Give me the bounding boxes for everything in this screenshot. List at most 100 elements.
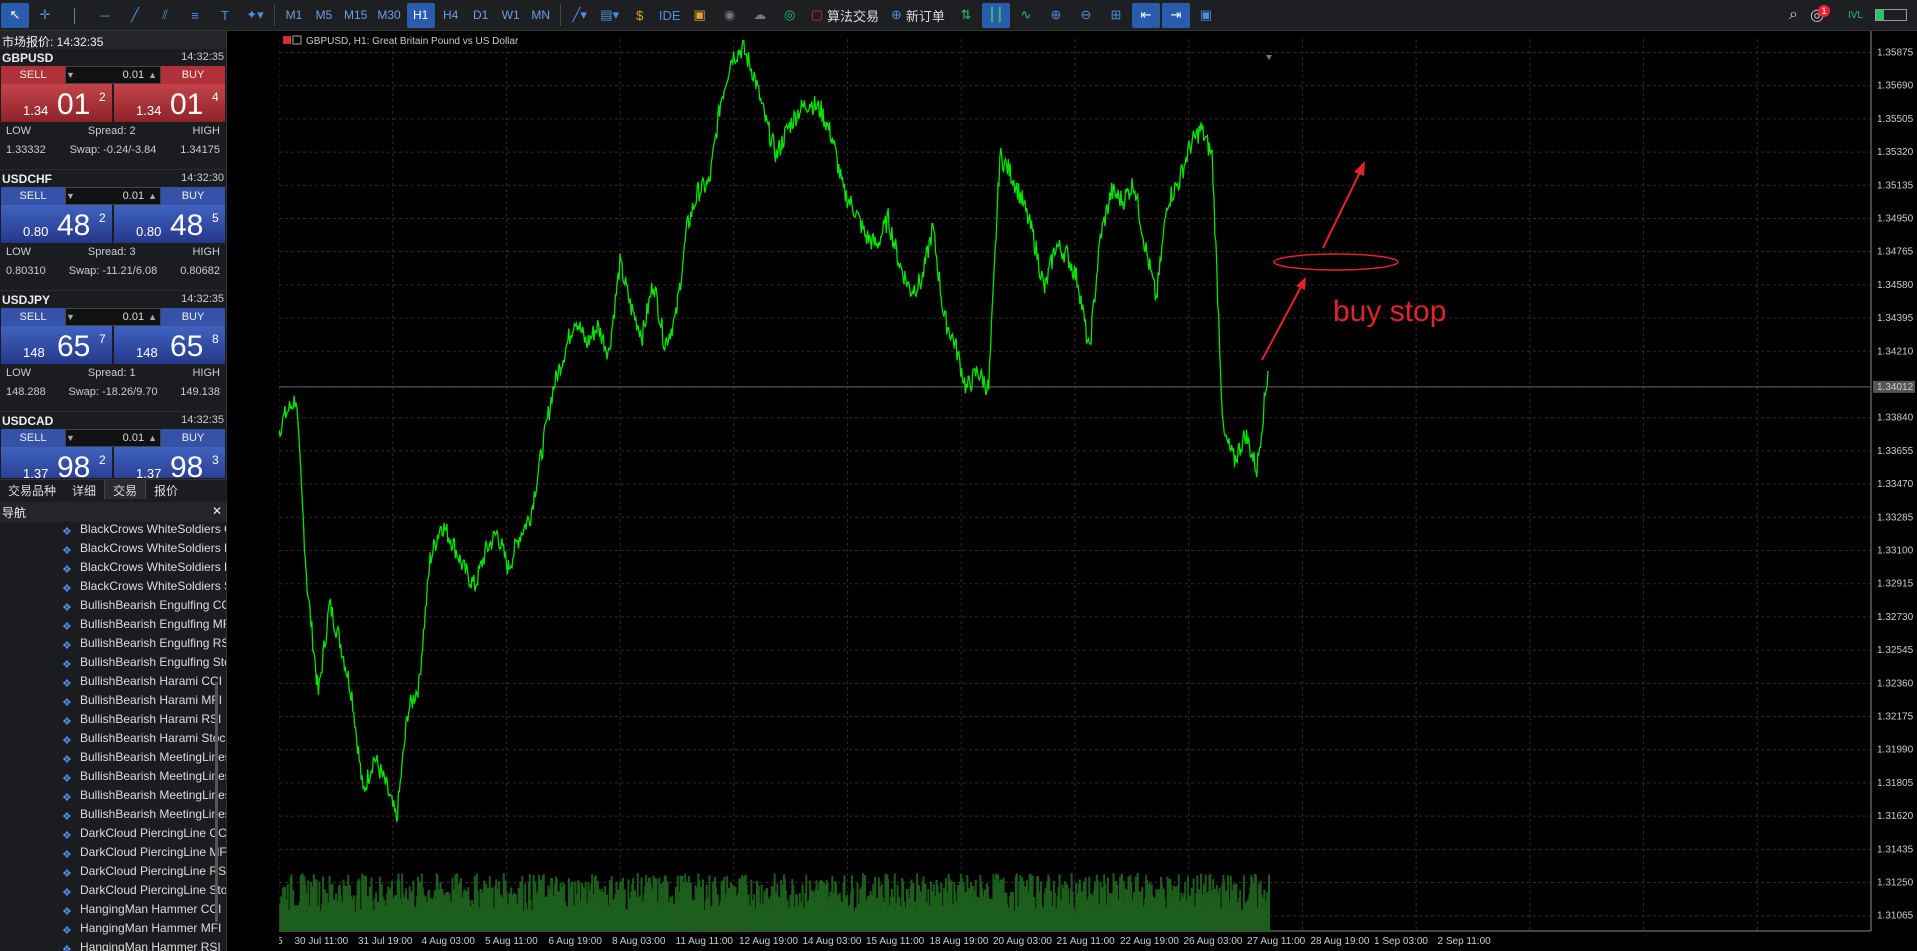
timeframe-d1[interactable]: D1 <box>467 3 495 28</box>
navigator-item[interactable]: ❖ BullishBearish Engulfing RSI <box>0 636 226 655</box>
lot-down-icon[interactable]: ▼ <box>66 191 75 201</box>
buy-button[interactable]: BUY <box>161 429 225 447</box>
market-watch-tab[interactable]: 交易 <box>104 480 147 499</box>
symbol-usdchf[interactable]: USDCHF 14:32:30 SELL ▼ 0.01 ▲ BUY 0.80 48 2 0.80 48… <box>0 170 226 291</box>
navigator-item[interactable]: ❖ BullishBearish Engulfing CCI <box>0 598 226 617</box>
buy-button[interactable]: BUY <box>161 308 225 326</box>
line-chart-icon[interactable]: ∿ <box>1012 3 1040 28</box>
sell-button[interactable]: SELL <box>1 308 65 326</box>
navigator-item[interactable]: ❖ BullishBearish Engulfing Stoch <box>0 655 226 674</box>
sell-button[interactable]: SELL <box>1 66 65 84</box>
navigator-item[interactable]: ❖ BlackCrows WhiteSoldiers MFI <box>0 541 226 560</box>
text-tool-icon[interactable]: T <box>211 3 239 28</box>
tile-windows-icon[interactable]: ⊞ <box>1102 3 1130 28</box>
channel-icon[interactable]: ⫽ <box>151 3 179 28</box>
lot-size-input[interactable]: ▼ 0.01 ▲ <box>65 308 161 326</box>
lot-size-input[interactable]: ▼ 0.01 ▲ <box>65 66 161 84</box>
annotation-arrow-up[interactable] <box>1261 282 1304 361</box>
lot-size-input[interactable]: ▼ 0.01 ▲ <box>65 187 161 205</box>
lot-up-icon[interactable]: ▲ <box>148 191 157 201</box>
signal-icon[interactable]: ◉ <box>716 3 744 28</box>
indicators-icon[interactable]: ▤▾ <box>596 3 624 28</box>
depth-of-market-icon[interactable]: ⇅ <box>952 3 980 28</box>
navigator-item[interactable]: ❖ BullishBearish Harami CCI <box>0 674 226 693</box>
buy-button[interactable]: BUY <box>161 187 225 205</box>
ide-button[interactable]: IDE <box>656 3 684 28</box>
notifications-icon[interactable]: ◎1 <box>1810 5 1836 25</box>
navigator-item[interactable]: ❖ BullishBearish MeetingLines CCI <box>0 750 226 769</box>
zoom-in-icon[interactable]: ⊕ <box>1042 3 1070 28</box>
vertical-line-icon[interactable]: │ <box>61 3 89 28</box>
account-icon[interactable]: IVL <box>1848 10 1863 21</box>
navigator-item[interactable]: ❖ BullishBearish MeetingLines Stoch <box>0 807 226 826</box>
navigator-item[interactable]: ❖ DarkCloud PiercingLine MFI <box>0 845 226 864</box>
timeframe-m30[interactable]: M30 <box>373 3 404 28</box>
market-watch-tab[interactable]: 详细 <box>64 480 104 499</box>
navigator-item[interactable]: ❖ BlackCrows WhiteSoldiers RSI <box>0 560 226 579</box>
chart-shift-marker[interactable] <box>1266 55 1272 60</box>
horizontal-line-icon[interactable]: ─ <box>91 3 119 28</box>
navigator-item[interactable]: ❖ BullishBearish Harami RSI <box>0 712 226 731</box>
timeframe-m5[interactable]: M5 <box>310 3 338 28</box>
sell-price[interactable]: 1.37 98 2 <box>1 447 112 478</box>
algo-trading-button[interactable]: ▢ 算法交易 <box>805 6 885 25</box>
buy-button[interactable]: BUY <box>161 66 225 84</box>
market-bag-icon[interactable]: ▣ <box>686 3 714 28</box>
symbol-usdcad[interactable]: USDCAD 14:32:35 SELL ▼ 0.01 ▲ BUY 1.37 98 2 1.37 98… <box>0 412 226 478</box>
lot-up-icon[interactable]: ▲ <box>148 433 157 443</box>
market-watch-tab[interactable]: 交易品种 <box>0 480 64 499</box>
shapes-icon[interactable]: ✦▾ <box>241 3 269 28</box>
candles-icon[interactable]: ┃┃ <box>981 2 1010 28</box>
navigator-item[interactable]: ❖ BullishBearish Engulfing MFI <box>0 617 226 636</box>
sell-button[interactable]: SELL <box>1 429 65 447</box>
navigator-item[interactable]: ❖ DarkCloud PiercingLine Stoch <box>0 883 226 902</box>
chart-canvas[interactable]: 1.35875 1.35690 1.35505 1.35320 1.35135 1.349… <box>279 31 1917 951</box>
buy-price[interactable]: 148 65 8 <box>114 326 225 364</box>
annotation-ellipse[interactable] <box>1273 253 1399 271</box>
navigator-item[interactable]: ❖ HangingMan Hammer MFI <box>0 921 226 940</box>
navigator-item[interactable]: ❖ BlackCrows WhiteSoldiers CCI <box>0 522 226 541</box>
timeframe-m1[interactable]: M1 <box>280 3 308 28</box>
timeframe-h4[interactable]: H4 <box>437 3 465 28</box>
navigator-item[interactable]: ❖ BullishBearish MeetingLines RSI <box>0 788 226 807</box>
timeframe-w1[interactable]: W1 <box>497 3 525 28</box>
lot-size-input[interactable]: ▼ 0.01 ▲ <box>65 429 161 447</box>
lot-down-icon[interactable]: ▼ <box>66 433 75 443</box>
price-chart[interactable]: 1.35875 1.35690 1.35505 1.35320 1.35135 1.349… <box>279 31 1917 951</box>
lot-down-icon[interactable]: ▼ <box>66 312 75 322</box>
close-icon[interactable]: ✕ <box>212 504 224 520</box>
timeframe-h1[interactable]: H1 <box>406 2 435 28</box>
timeframe-m15[interactable]: M15 <box>340 3 371 28</box>
sell-button[interactable]: SELL <box>1 187 65 205</box>
lot-up-icon[interactable]: ▲ <box>148 312 157 322</box>
zoom-out-icon[interactable]: ⊖ <box>1072 3 1100 28</box>
navigator-item[interactable]: ❖ DarkCloud PiercingLine RSI <box>0 864 226 883</box>
fibonacci-icon[interactable]: ≡ <box>181 3 209 28</box>
navigator-item[interactable]: ❖ BullishBearish MeetingLines MFI <box>0 769 226 788</box>
annotation-arrow-target[interactable] <box>1322 167 1363 249</box>
search-icon[interactable]: ⌕ <box>1789 6 1798 24</box>
trend-line-icon[interactable]: ╱ <box>121 3 149 28</box>
symbol-gbpusd[interactable]: GBPUSD 14:32:35 SELL ▼ 0.01 ▲ BUY 1.34 01 2 1.34 01… <box>0 49 226 170</box>
sell-price[interactable]: 1.34 01 2 <box>1 84 112 122</box>
navigator-item[interactable]: ❖ HangingMan Hammer CCI <box>0 902 226 921</box>
navigator-scrollbar[interactable] <box>215 682 218 922</box>
sell-price[interactable]: 148 65 7 <box>1 326 112 364</box>
symbol-usdjpy[interactable]: USDJPY 14:32:35 SELL ▼ 0.01 ▲ BUY 148 65 7 148 65 8 L… <box>0 291 226 412</box>
screenshot-icon[interactable]: ▣ <box>1192 3 1220 28</box>
buy-price[interactable]: 0.80 48 5 <box>114 205 225 243</box>
navigator-item[interactable]: ❖ BullishBearish Harami Stoch <box>0 731 226 750</box>
buy-price[interactable]: 1.34 01 4 <box>114 84 225 122</box>
crosshair-icon[interactable]: ✛ <box>31 3 59 28</box>
cloud-icon[interactable]: ☁ <box>746 3 774 28</box>
navigator-item[interactable]: ❖ BullishBearish Harami MFI <box>0 693 226 712</box>
lot-down-icon[interactable]: ▼ <box>66 70 75 80</box>
chart-shift-icon[interactable]: ⇥ <box>1161 2 1190 28</box>
navigator-item[interactable]: ❖ HangingMan Hammer RSI <box>0 940 226 951</box>
navigator-item[interactable]: ❖ DarkCloud PiercingLine CCI <box>0 826 226 845</box>
sell-price[interactable]: 0.80 48 2 <box>1 205 112 243</box>
annotation-text[interactable]: buy stop <box>1333 295 1446 328</box>
buy-price[interactable]: 1.37 98 3 <box>114 447 225 478</box>
lot-up-icon[interactable]: ▲ <box>148 70 157 80</box>
navigator-item[interactable]: ❖ BlackCrows WhiteSoldiers Stoch <box>0 579 226 598</box>
